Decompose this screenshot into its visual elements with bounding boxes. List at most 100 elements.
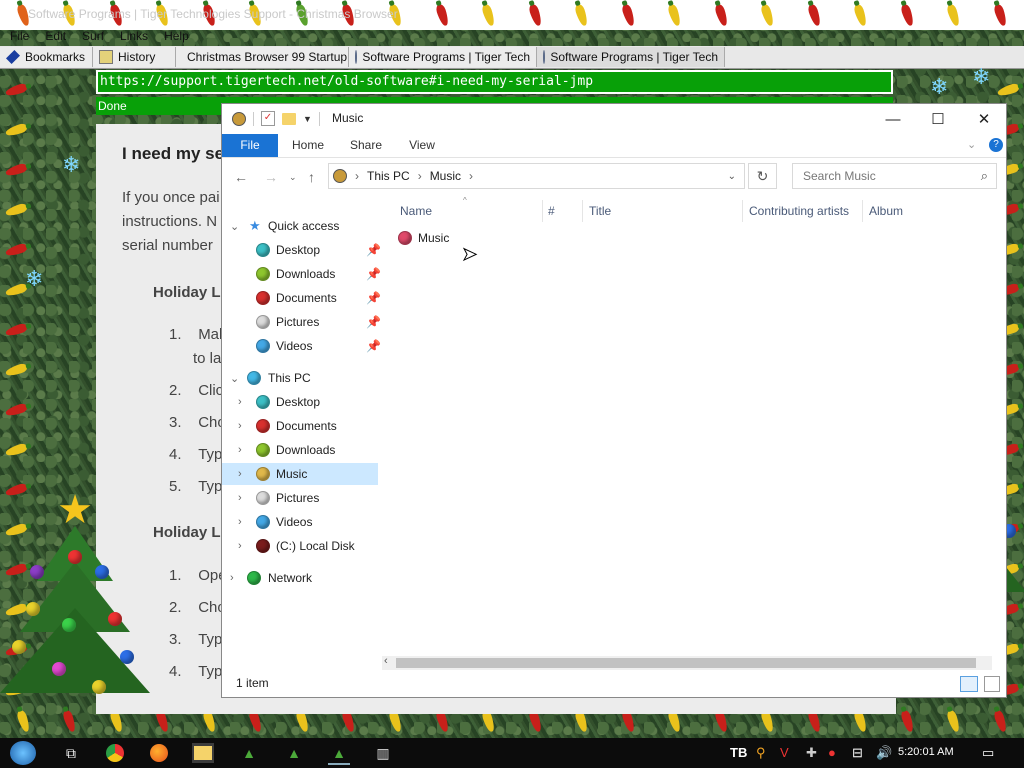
file-explorer-window: ✓ ▼ Music — ☐ ✕ File Home Share View ⌄ ?… [221, 103, 1007, 698]
column-name[interactable]: Name [400, 204, 432, 218]
help-icon[interactable]: ? [989, 138, 1003, 152]
column-album[interactable]: Album [869, 204, 903, 218]
nav-network[interactable]: › Network [222, 567, 380, 589]
nav-pc-local-disk[interactable]: › (C:) Local Disk [222, 535, 380, 557]
search-input[interactable] [801, 168, 981, 184]
pictures-icon [256, 315, 270, 329]
network-tray-icon[interactable]: ⊟ [852, 745, 863, 761]
tb-tray-icon[interactable]: TB [730, 745, 747, 760]
tree-app-icon[interactable]: ▲ [328, 743, 350, 765]
ornament-tray-icon[interactable]: ● [828, 745, 836, 760]
videos-icon [256, 339, 270, 353]
file-explorer-taskbar-icon[interactable] [192, 743, 214, 763]
scroll-left-arrow-icon[interactable]: ‹ [384, 655, 388, 667]
refresh-button[interactable]: ↻ [748, 163, 777, 189]
nav-qa-documents[interactable]: Documents 📌 [256, 287, 381, 309]
globe-icon [355, 50, 358, 64]
file-name: Music [418, 231, 450, 245]
clock[interactable]: 5:20:01 AM [898, 746, 954, 758]
maximize-button[interactable]: ☐ [915, 104, 961, 134]
nav-pc-pictures[interactable]: › Pictures [222, 487, 380, 509]
horizontal-scrollbar[interactable]: ‹ [382, 655, 992, 670]
tree-app-icon[interactable]: ▲ [283, 743, 305, 763]
nav-pc-documents[interactable]: › Documents [222, 415, 380, 437]
chevron-right-icon: › [238, 516, 242, 528]
notification-icon[interactable]: ▭ [982, 745, 994, 761]
quick-access-dropdown-icon[interactable]: ▼ [303, 114, 312, 124]
properties-icon[interactable]: ✓ [261, 111, 275, 126]
nav-quick-access[interactable]: ⌄ ★ Quick access [222, 215, 380, 237]
forward-arrow-icon[interactable]: → [264, 169, 278, 185]
nav-pc-desktop[interactable]: › Desktop [222, 391, 380, 413]
pin-icon: 📌 [366, 315, 381, 329]
book-app-icon[interactable]: ▥ [372, 743, 394, 763]
tool-tray-icon[interactable]: ✚ [806, 745, 817, 761]
menu-surf[interactable]: Surf [82, 28, 104, 44]
tab-history[interactable]: History [93, 47, 176, 67]
bookmark-icon [6, 50, 20, 64]
details-view-icon[interactable] [960, 676, 978, 692]
menu-edit[interactable]: Edit [45, 28, 66, 44]
history-icon [99, 50, 113, 64]
column-contributing-artists[interactable]: Contributing artists [749, 204, 849, 218]
nav-pc-downloads[interactable]: › Downloads [222, 439, 380, 461]
menu-file[interactable]: File [10, 28, 29, 44]
tree-app-icon[interactable]: ▲ [238, 743, 260, 763]
nav-pc-videos[interactable]: › Videos [222, 511, 380, 533]
nav-qa-pictures[interactable]: Pictures 📌 [256, 311, 381, 333]
new-folder-icon[interactable] [282, 112, 296, 125]
explorer-title: Music [332, 111, 364, 125]
menu-help[interactable]: Help [164, 28, 189, 44]
close-button[interactable]: ✕ [961, 104, 1007, 134]
firefox-icon[interactable] [148, 743, 170, 763]
ribbon-expand-chevron-icon[interactable]: ⌄ [967, 138, 976, 151]
start-button[interactable] [10, 741, 36, 765]
snowflake-icon: ❄ [930, 74, 949, 99]
address-bar[interactable]: › This PC › Music › ⌄ [328, 163, 745, 189]
star-icon: ★ [249, 218, 261, 233]
url-bar[interactable]: https://support.tigertech.net/old-softwa… [96, 70, 893, 94]
search-box[interactable]: ⌕ [792, 163, 997, 189]
breadcrumb-this-pc[interactable]: This PC [367, 169, 410, 183]
music-icon [256, 467, 270, 481]
column-number[interactable]: # [548, 204, 555, 218]
chevron-right-icon: › [238, 420, 242, 432]
ribbon-tab-home[interactable]: Home [284, 134, 332, 157]
ribbon-tab-view[interactable]: View [398, 134, 446, 157]
tab-software-programs-1[interactable]: Software Programs | Tiger Tech [349, 47, 537, 67]
tab-bookmarks[interactable]: Bookmarks [0, 47, 93, 67]
v-tray-icon[interactable]: V [780, 745, 789, 760]
volume-icon[interactable]: 🔊 [876, 745, 892, 761]
sort-ascending-icon: ^ [463, 196, 467, 205]
nav-this-pc[interactable]: ⌄ This PC [222, 367, 380, 389]
minimize-button[interactable]: — [870, 104, 916, 134]
scrollbar-thumb[interactable] [396, 658, 976, 668]
browser-title: Software Programs | Tiger Technologies S… [28, 7, 398, 21]
back-arrow-icon[interactable]: ← [234, 169, 248, 185]
breadcrumb-music[interactable]: Music [430, 169, 461, 183]
chevron-down-icon: ⌄ [230, 372, 240, 385]
column-title[interactable]: Title [589, 204, 611, 218]
nav-qa-desktop[interactable]: Desktop 📌 [256, 239, 381, 261]
task-view-icon[interactable]: ⧉ [60, 743, 82, 763]
downloads-icon [256, 443, 270, 457]
up-arrow-icon[interactable]: ↑ [308, 169, 315, 185]
search-tray-icon[interactable]: ⚲ [756, 745, 766, 761]
ribbon-tab-share[interactable]: Share [342, 134, 390, 157]
chevron-right-icon: › [238, 468, 242, 480]
nav-pc-music[interactable]: › Music [222, 463, 378, 485]
tab-software-programs-2[interactable]: Software Programs | Tiger Tech [537, 47, 725, 67]
recent-locations-chevron-icon[interactable]: ⌄ [289, 172, 297, 183]
network-icon [247, 571, 261, 585]
chrome-icon[interactable] [104, 743, 126, 763]
large-icons-view-icon[interactable] [984, 676, 1000, 692]
nav-qa-videos[interactable]: Videos 📌 [256, 335, 381, 357]
nav-qa-downloads[interactable]: Downloads 📌 [256, 263, 381, 285]
desktop-icon [256, 395, 270, 409]
tab-christmas-startup[interactable]: Christmas Browser 99 Startup [176, 47, 349, 67]
menu-links[interactable]: Links [120, 28, 148, 44]
address-dropdown-icon[interactable]: ⌄ [728, 171, 736, 182]
file-row[interactable]: Music [398, 231, 449, 245]
ribbon-tab-file[interactable]: File [222, 134, 278, 157]
column-headers: ^ Name # Title Contributing artists Albu… [392, 196, 992, 224]
